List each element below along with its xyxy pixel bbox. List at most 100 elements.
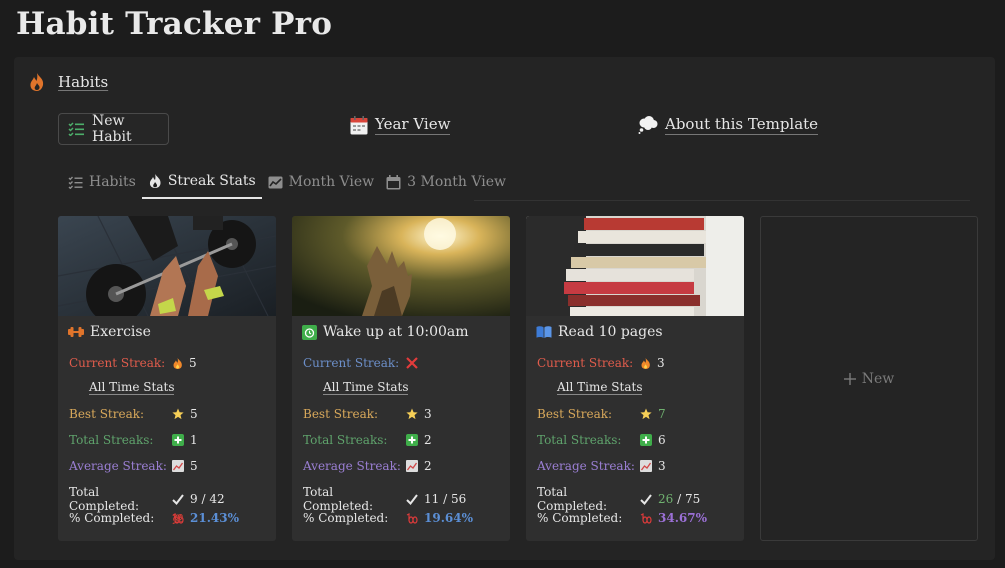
average-streak-label: Average Streak: <box>69 459 167 473</box>
habit-card-wake-up[interactable]: Wake up at 10:00am Current Streak: All T… <box>292 216 510 541</box>
current-streak-row: Current Streak: 3 <box>537 356 665 370</box>
average-streak-row: Average Streak: 2 <box>303 459 432 473</box>
hundred-icon <box>640 512 652 524</box>
average-streak-value: 5 <box>190 459 198 473</box>
pct-completed-row: % Completed: 💯 21.43% <box>69 511 239 525</box>
app-title: Habit Tracker Pro <box>16 6 333 42</box>
total-streaks-value: 6 <box>658 433 666 447</box>
plus-icon <box>843 372 856 385</box>
tab-3-month-view-label: 3 Month View <box>407 174 506 190</box>
habit-card-exercise[interactable]: Exercise Current Streak: 5 All Time Stat… <box>58 216 276 541</box>
plus-square-icon <box>172 434 184 446</box>
pct-completed-label: % Completed: <box>303 511 389 525</box>
tab-streak-stats-label: Streak Stats <box>167 173 256 189</box>
total-streaks-value: 1 <box>190 433 198 447</box>
tab-month-view-label: Month View <box>288 174 375 190</box>
completed-count: 26 <box>658 492 674 506</box>
tab-streak-stats[interactable]: Streak Stats <box>141 165 262 199</box>
checklist-icon <box>68 122 84 136</box>
cover-image-exercise <box>58 216 276 316</box>
total-count: 56 <box>450 492 467 506</box>
habit-title: Wake up at 10:00am <box>302 324 469 340</box>
best-streak-label: Best Streak: <box>303 407 379 421</box>
year-view-link[interactable]: Year View <box>350 115 451 135</box>
total-streaks-row: Total Streaks: 1 <box>69 433 198 447</box>
checklist-icon <box>68 176 83 189</box>
checkmark-icon <box>640 493 652 505</box>
current-streak-row: Current Streak: 5 <box>69 356 197 370</box>
habit-title: Exercise <box>68 324 151 340</box>
best-streak-value: 5 <box>190 407 198 421</box>
checkmark-icon <box>172 493 184 505</box>
tab-habits[interactable]: Habits <box>62 165 142 199</box>
current-streak-label: Current Streak: <box>303 356 400 370</box>
total-completed-row: Total Completed: 26 / 75 <box>537 485 701 513</box>
about-template-link[interactable]: About this Template <box>638 115 819 135</box>
cover-image-wake-up <box>292 216 510 316</box>
total-streaks-label: Total Streaks: <box>303 433 388 447</box>
total-completed-label: Total Completed: <box>303 485 374 513</box>
average-streak-value: 2 <box>424 459 432 473</box>
completed-count: 11 <box>424 492 440 506</box>
tab-month-view[interactable]: Month View <box>262 165 380 199</box>
cross-icon <box>406 357 418 369</box>
habit-title-text: Wake up at 10:00am <box>323 324 469 340</box>
all-time-stats-heading: All Time Stats <box>557 380 643 395</box>
total-streaks-row: Total Streaks: 2 <box>303 433 432 447</box>
year-view-label: Year View <box>375 115 451 135</box>
pct-completed-row: % Completed: 19.64% <box>303 511 473 525</box>
average-streak-row: Average Streak: 5 <box>69 459 198 473</box>
about-template-label: About this Template <box>665 115 819 135</box>
fire-icon <box>172 357 183 370</box>
best-streak-label: Best Streak: <box>69 407 145 421</box>
total-count: 42 <box>209 492 225 506</box>
book-icon <box>536 325 552 339</box>
alarm-icon <box>302 324 317 340</box>
habit-card-read[interactable]: Read 10 pages Current Streak: 3 All Time… <box>526 216 744 541</box>
best-streak-row: Best Streak: 7 <box>537 407 666 421</box>
average-streak-value: 3 <box>658 459 666 473</box>
dumbbell-icon <box>68 325 84 339</box>
pct-completed-row: % Completed: 34.67% <box>537 511 707 525</box>
star-icon <box>172 408 184 420</box>
habits-section-link[interactable]: Habits <box>28 72 108 92</box>
fire-icon <box>640 357 651 370</box>
new-habit-label: New Habit <box>92 113 132 145</box>
new-habit-button[interactable]: New Habit <box>58 113 169 145</box>
habit-title-text: Exercise <box>90 324 151 340</box>
total-streaks-value: 2 <box>424 433 432 447</box>
fire-icon <box>28 72 46 92</box>
total-completed-label: Total Completed: <box>69 485 140 513</box>
new-card-label: New <box>861 370 895 387</box>
best-streak-row: Best Streak: 5 <box>69 407 198 421</box>
total-completed-label: Total Completed: <box>537 485 608 513</box>
all-time-stats-heading: All Time Stats <box>89 380 175 395</box>
all-time-stats-heading: All Time Stats <box>323 380 409 395</box>
total-completed-row: Total Completed: 9 / 42 <box>69 485 225 513</box>
hundred-icon: 💯 <box>172 512 184 524</box>
view-tabs: Habits Streak Stats Month View 3 Month V… <box>62 165 512 201</box>
average-streak-row: Average Streak: 3 <box>537 459 666 473</box>
average-streak-label: Average Streak: <box>303 459 401 473</box>
hundred-icon <box>406 512 418 524</box>
current-streak-row: Current Streak: <box>303 356 424 370</box>
chart-icon <box>406 460 418 472</box>
chart-icon <box>172 460 184 472</box>
completed-count: 9 <box>190 492 198 506</box>
chart-icon <box>640 460 652 472</box>
flame-icon <box>148 173 162 189</box>
pct-completed-value: 21.43% <box>190 511 239 525</box>
star-icon <box>640 408 652 420</box>
total-streaks-label: Total Streaks: <box>69 433 154 447</box>
new-habit-card[interactable]: New <box>760 216 978 541</box>
best-streak-value: 3 <box>424 407 432 421</box>
total-streaks-row: Total Streaks: 6 <box>537 433 666 447</box>
pct-completed-label: % Completed: <box>69 511 155 525</box>
calendar-icon <box>386 174 401 190</box>
tab-3-month-view[interactable]: 3 Month View <box>380 165 512 199</box>
star-icon <box>406 408 418 420</box>
plus-square-icon <box>406 434 418 446</box>
best-streak-label: Best Streak: <box>537 407 613 421</box>
habit-title: Read 10 pages <box>536 324 663 340</box>
pct-completed-value: 19.64% <box>424 511 473 525</box>
